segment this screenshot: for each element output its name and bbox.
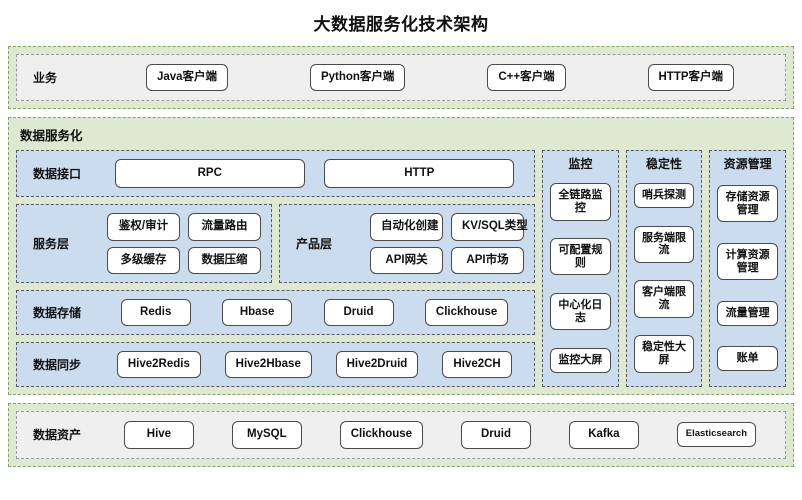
stability-item-dashboard[interactable]: 稳定性大屏 xyxy=(634,335,695,372)
cross-cutting-columns: 监控 全链路监控 可配置规则 中心化日志 监控大屏 稳定性 哨兵探测 服务端限流… xyxy=(542,150,786,387)
business-chips: Java客户端 Python客户端 C++客户端 HTTP客户端 xyxy=(105,64,775,91)
data-storage-item-clickhouse[interactable]: Clickhouse xyxy=(425,299,508,326)
resource-item-compute[interactable]: 计算资源管理 xyxy=(717,243,778,280)
data-assets-chips: Hive MySQL Clickhouse Druid Kafka Elasti… xyxy=(105,421,775,448)
stability-item-sentinel-probe[interactable]: 哨兵探测 xyxy=(634,183,695,208)
data-interface-item-http[interactable]: HTTP xyxy=(324,159,514,188)
data-service-band: 数据服务化 数据接口 RPC HTTP 服务层 鉴权/审计 xyxy=(8,117,794,395)
architecture-diagram: 大数据服务化技术架构 业务 Java客户端 Python客户端 C++客户端 H… xyxy=(0,0,802,500)
product-layer-chips: 自动化创建 KV/SQL类型 API网关 API市场 xyxy=(368,213,524,273)
resource-item-traffic[interactable]: 流量管理 xyxy=(717,301,778,326)
data-service-content: 数据接口 RPC HTTP 服务层 鉴权/审计 流量路由 多级缓存 xyxy=(16,150,786,387)
business-item-java[interactable]: Java客户端 xyxy=(146,64,228,91)
data-assets-item-kafka[interactable]: Kafka xyxy=(569,421,639,448)
service-layer-label: 服务层 xyxy=(27,235,105,252)
business-band: 业务 Java客户端 Python客户端 C++客户端 HTTP客户端 xyxy=(8,46,794,109)
service-layer-item-auth[interactable]: 鉴权/审计 xyxy=(107,213,180,240)
data-storage-chips: Redis Hbase Druid Clickhouse xyxy=(105,299,524,326)
resource-management-items: 存储资源管理 计算资源管理 流量管理 账单 xyxy=(717,178,778,379)
data-assets-item-druid[interactable]: Druid xyxy=(461,421,531,448)
data-storage-item-hbase[interactable]: Hbase xyxy=(222,299,292,326)
data-service-left: 数据接口 RPC HTTP 服务层 鉴权/审计 流量路由 多级缓存 xyxy=(16,150,535,387)
data-sync-chips: Hive2Redis Hive2Hbase Hive2Druid Hive2CH xyxy=(105,351,524,378)
page-title: 大数据服务化技术架构 xyxy=(8,0,794,46)
stability-item-server-throttling[interactable]: 服务端限流 xyxy=(634,226,695,263)
stability-item-client-throttling[interactable]: 客户端限流 xyxy=(634,280,695,317)
data-interface-label: 数据接口 xyxy=(27,165,105,182)
service-layer-chips: 鉴权/审计 流量路由 多级缓存 数据压缩 xyxy=(105,213,261,273)
data-assets-panel: 数据资产 Hive MySQL Clickhouse Druid Kafka E… xyxy=(16,411,786,458)
product-layer-item-kv-sql[interactable]: KV/SQL类型 xyxy=(451,213,524,240)
service-layer-item-routing[interactable]: 流量路由 xyxy=(188,213,261,240)
monitoring-column: 监控 全链路监控 可配置规则 中心化日志 监控大屏 xyxy=(542,150,619,387)
data-interface-item-rpc[interactable]: RPC xyxy=(115,159,305,188)
data-assets-item-hive[interactable]: Hive xyxy=(124,421,194,448)
resource-management-column: 资源管理 存储资源管理 计算资源管理 流量管理 账单 xyxy=(709,150,786,387)
monitoring-item-full-link[interactable]: 全链路监控 xyxy=(550,183,611,220)
service-layer-item-cache[interactable]: 多级缓存 xyxy=(107,247,180,274)
data-assets-item-mysql[interactable]: MySQL xyxy=(232,421,302,448)
data-storage-panel: 数据存储 Redis Hbase Druid Clickhouse xyxy=(16,290,535,335)
stability-title: 稳定性 xyxy=(646,157,682,171)
monitoring-item-centralized-logs[interactable]: 中心化日志 xyxy=(550,293,611,330)
service-layer-item-compression[interactable]: 数据压缩 xyxy=(188,247,261,274)
product-layer-item-api-market[interactable]: API市场 xyxy=(451,247,524,274)
data-service-title: 数据服务化 xyxy=(16,124,786,150)
business-item-http[interactable]: HTTP客户端 xyxy=(648,64,735,91)
data-assets-item-clickhouse[interactable]: Clickhouse xyxy=(340,421,423,448)
monitoring-item-dashboard[interactable]: 监控大屏 xyxy=(550,348,611,373)
data-interface-panel: 数据接口 RPC HTTP xyxy=(16,150,535,197)
data-assets-band: 数据资产 Hive MySQL Clickhouse Druid Kafka E… xyxy=(8,403,794,466)
monitoring-items: 全链路监控 可配置规则 中心化日志 监控大屏 xyxy=(550,178,611,379)
product-layer-item-api-gateway[interactable]: API网关 xyxy=(370,247,443,274)
business-label: 业务 xyxy=(27,69,105,86)
business-panel: 业务 Java客户端 Python客户端 C++客户端 HTTP客户端 xyxy=(16,54,786,101)
resource-item-storage[interactable]: 存储资源管理 xyxy=(717,185,778,222)
data-interface-chips: RPC HTTP xyxy=(105,159,524,188)
data-sync-panel: 数据同步 Hive2Redis Hive2Hbase Hive2Druid Hi… xyxy=(16,342,535,387)
layers-row: 服务层 鉴权/审计 流量路由 多级缓存 数据压缩 产品层 自动化创建 KV/SQ… xyxy=(16,204,535,282)
data-sync-item-hive2redis[interactable]: Hive2Redis xyxy=(117,351,201,378)
data-storage-item-druid[interactable]: Druid xyxy=(324,299,394,326)
product-layer-item-auto-create[interactable]: 自动化创建 xyxy=(370,213,443,240)
resource-management-title: 资源管理 xyxy=(724,157,772,171)
resource-item-billing[interactable]: 账单 xyxy=(717,346,778,371)
stability-column: 稳定性 哨兵探测 服务端限流 客户端限流 稳定性大屏 xyxy=(626,150,703,387)
data-storage-item-redis[interactable]: Redis xyxy=(121,299,191,326)
business-item-python[interactable]: Python客户端 xyxy=(310,64,405,91)
product-layer-panel: 产品层 自动化创建 KV/SQL类型 API网关 API市场 xyxy=(279,204,535,282)
service-layer-panel: 服务层 鉴权/审计 流量路由 多级缓存 数据压缩 xyxy=(16,204,272,282)
product-layer-label: 产品层 xyxy=(290,235,368,252)
data-assets-label: 数据资产 xyxy=(27,426,105,443)
data-sync-item-hive2druid[interactable]: Hive2Druid xyxy=(336,351,419,378)
data-sync-label: 数据同步 xyxy=(27,356,105,373)
monitoring-title: 监控 xyxy=(568,157,592,171)
data-storage-label: 数据存储 xyxy=(27,304,105,321)
data-sync-item-hive2ch[interactable]: Hive2CH xyxy=(442,351,512,378)
monitoring-item-configurable-rules[interactable]: 可配置规则 xyxy=(550,238,611,275)
data-sync-item-hive2hbase[interactable]: Hive2Hbase xyxy=(225,351,312,378)
data-assets-item-elasticsearch[interactable]: Elasticsearch xyxy=(677,422,756,447)
business-item-cpp[interactable]: C++客户端 xyxy=(487,64,565,91)
stability-items: 哨兵探测 服务端限流 客户端限流 稳定性大屏 xyxy=(634,178,695,379)
